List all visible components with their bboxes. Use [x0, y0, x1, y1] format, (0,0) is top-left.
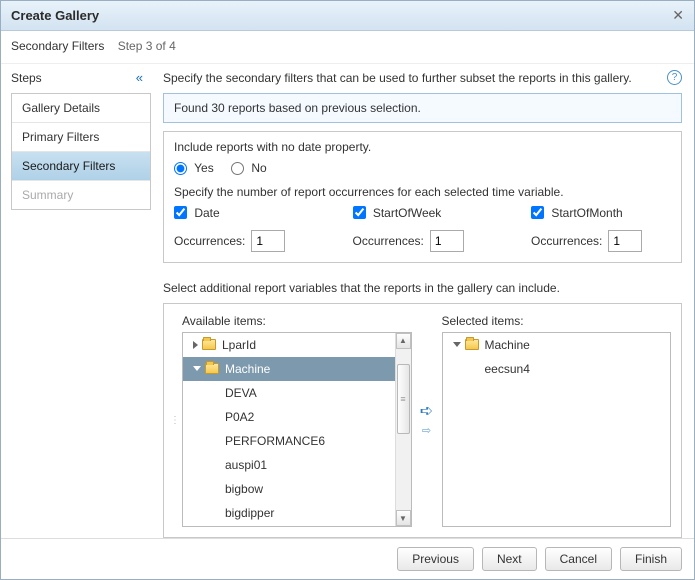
previous-button[interactable]: Previous — [397, 547, 474, 571]
subtitle: Secondary Filters — [11, 39, 104, 53]
move-right-icon[interactable]: ➪ — [420, 404, 433, 420]
steps-header-label: Steps — [11, 71, 42, 85]
startofmonth-checkbox[interactable] — [531, 206, 544, 219]
date-checkbox[interactable] — [174, 206, 187, 219]
radio-no-label[interactable]: No — [231, 161, 267, 175]
folder-icon — [205, 363, 219, 374]
dialog-title: Create Gallery — [11, 8, 99, 23]
footer: Previous Next Cancel Finish — [1, 538, 694, 579]
tree-item-machine-selected[interactable]: Machine — [443, 333, 671, 357]
step-secondary-filters[interactable]: Secondary Filters — [12, 152, 150, 181]
main-panel: Specify the secondary filters that can b… — [151, 64, 694, 538]
include-no-date-radios: Yes No — [174, 160, 671, 175]
folder-icon — [465, 339, 479, 350]
options-box: Include reports with no date property. Y… — [163, 131, 682, 263]
selected-header: Selected items: — [442, 314, 672, 328]
shuttle-box: ⋮⋮ Available items: LparId — [163, 303, 682, 538]
step-primary-filters[interactable]: Primary Filters — [12, 123, 150, 152]
tree-item-lparid[interactable]: LparId — [183, 333, 395, 357]
radio-yes[interactable] — [174, 162, 187, 175]
selected-col: Selected items: Machine eecsun4 — [442, 314, 672, 527]
list-item[interactable]: DEVA — [183, 381, 395, 405]
list-item[interactable]: bigbow — [183, 477, 395, 501]
scroll-down-icon[interactable]: ▼ — [396, 510, 411, 526]
startofmonth-checkbox-label[interactable]: StartOfMonth — [531, 205, 623, 219]
list-item[interactable]: P0A2 — [183, 405, 395, 429]
chevron-right-icon — [193, 341, 198, 349]
shuttle-buttons: ➪ ⇨ — [412, 314, 442, 527]
available-listbox[interactable]: LparId Machine DEVA P0A2 PERFORMANCE6 au… — [182, 332, 412, 527]
list-item[interactable]: eecsun4 — [443, 357, 671, 381]
found-reports-text: Found 30 reports based on previous selec… — [174, 101, 421, 115]
date-checkbox-label[interactable]: Date — [174, 205, 220, 219]
occurrences-input-startofmonth[interactable] — [608, 230, 642, 252]
folder-icon — [202, 339, 216, 350]
help-icon[interactable]: ? — [667, 70, 682, 85]
available-col: Available items: LparId Machine — [182, 314, 412, 527]
startofweek-checkbox[interactable] — [353, 206, 366, 219]
tree-item-machine[interactable]: Machine — [183, 357, 395, 381]
subheader: Secondary Filters Step 3 of 4 — [1, 31, 694, 64]
drag-handle-left[interactable]: ⋮⋮ — [174, 314, 182, 527]
occurrences-label-1: Occurrences: — [174, 234, 245, 248]
select-additional-label: Select additional report variables that … — [163, 281, 682, 295]
radio-yes-label[interactable]: Yes — [174, 161, 217, 175]
move-right-all-icon[interactable]: ⇨ — [422, 426, 431, 437]
instruction-text: Specify the secondary filters that can b… — [163, 71, 632, 85]
occurrences-instruction: Specify the number of report occurrences… — [174, 185, 671, 199]
collapse-panel-icon[interactable]: « — [136, 70, 143, 85]
cancel-button[interactable]: Cancel — [545, 547, 612, 571]
close-icon[interactable]: ✕ — [672, 7, 684, 24]
occurrences-label-3: Occurrences: — [531, 234, 602, 248]
radio-no[interactable] — [231, 162, 244, 175]
selected-listbox[interactable]: Machine eecsun4 — [442, 332, 672, 527]
chevron-down-icon — [193, 366, 201, 371]
occurrences-input-startofweek[interactable] — [430, 230, 464, 252]
list-item[interactable]: auspi01 — [183, 453, 395, 477]
steps-panel: Steps « Gallery Details Primary Filters … — [1, 64, 151, 538]
finish-button[interactable]: Finish — [620, 547, 682, 571]
occurrences-input-date[interactable] — [251, 230, 285, 252]
available-header: Available items: — [182, 314, 412, 328]
found-reports-box: Found 30 reports based on previous selec… — [163, 93, 682, 123]
step-gallery-details[interactable]: Gallery Details — [12, 94, 150, 123]
list-item[interactable]: bigdipper — [183, 501, 395, 525]
create-gallery-dialog: Create Gallery ✕ Secondary Filters Step … — [0, 0, 695, 580]
scroll-up-icon[interactable]: ▲ — [396, 333, 411, 349]
scrollbar[interactable]: ▲ ▼ — [395, 333, 411, 526]
step-indicator: Step 3 of 4 — [118, 39, 176, 53]
startofweek-checkbox-label[interactable]: StartOfWeek — [353, 205, 442, 219]
titlebar: Create Gallery ✕ — [1, 1, 694, 31]
scroll-thumb[interactable] — [397, 364, 410, 434]
chevron-down-icon — [453, 342, 461, 347]
next-button[interactable]: Next — [482, 547, 537, 571]
steps-list: Gallery Details Primary Filters Secondar… — [11, 93, 151, 210]
include-no-date-label: Include reports with no date property. — [174, 140, 671, 154]
list-item[interactable]: PERFORMANCE6 — [183, 429, 395, 453]
step-summary: Summary — [12, 181, 150, 209]
occurrences-label-2: Occurrences: — [353, 234, 424, 248]
